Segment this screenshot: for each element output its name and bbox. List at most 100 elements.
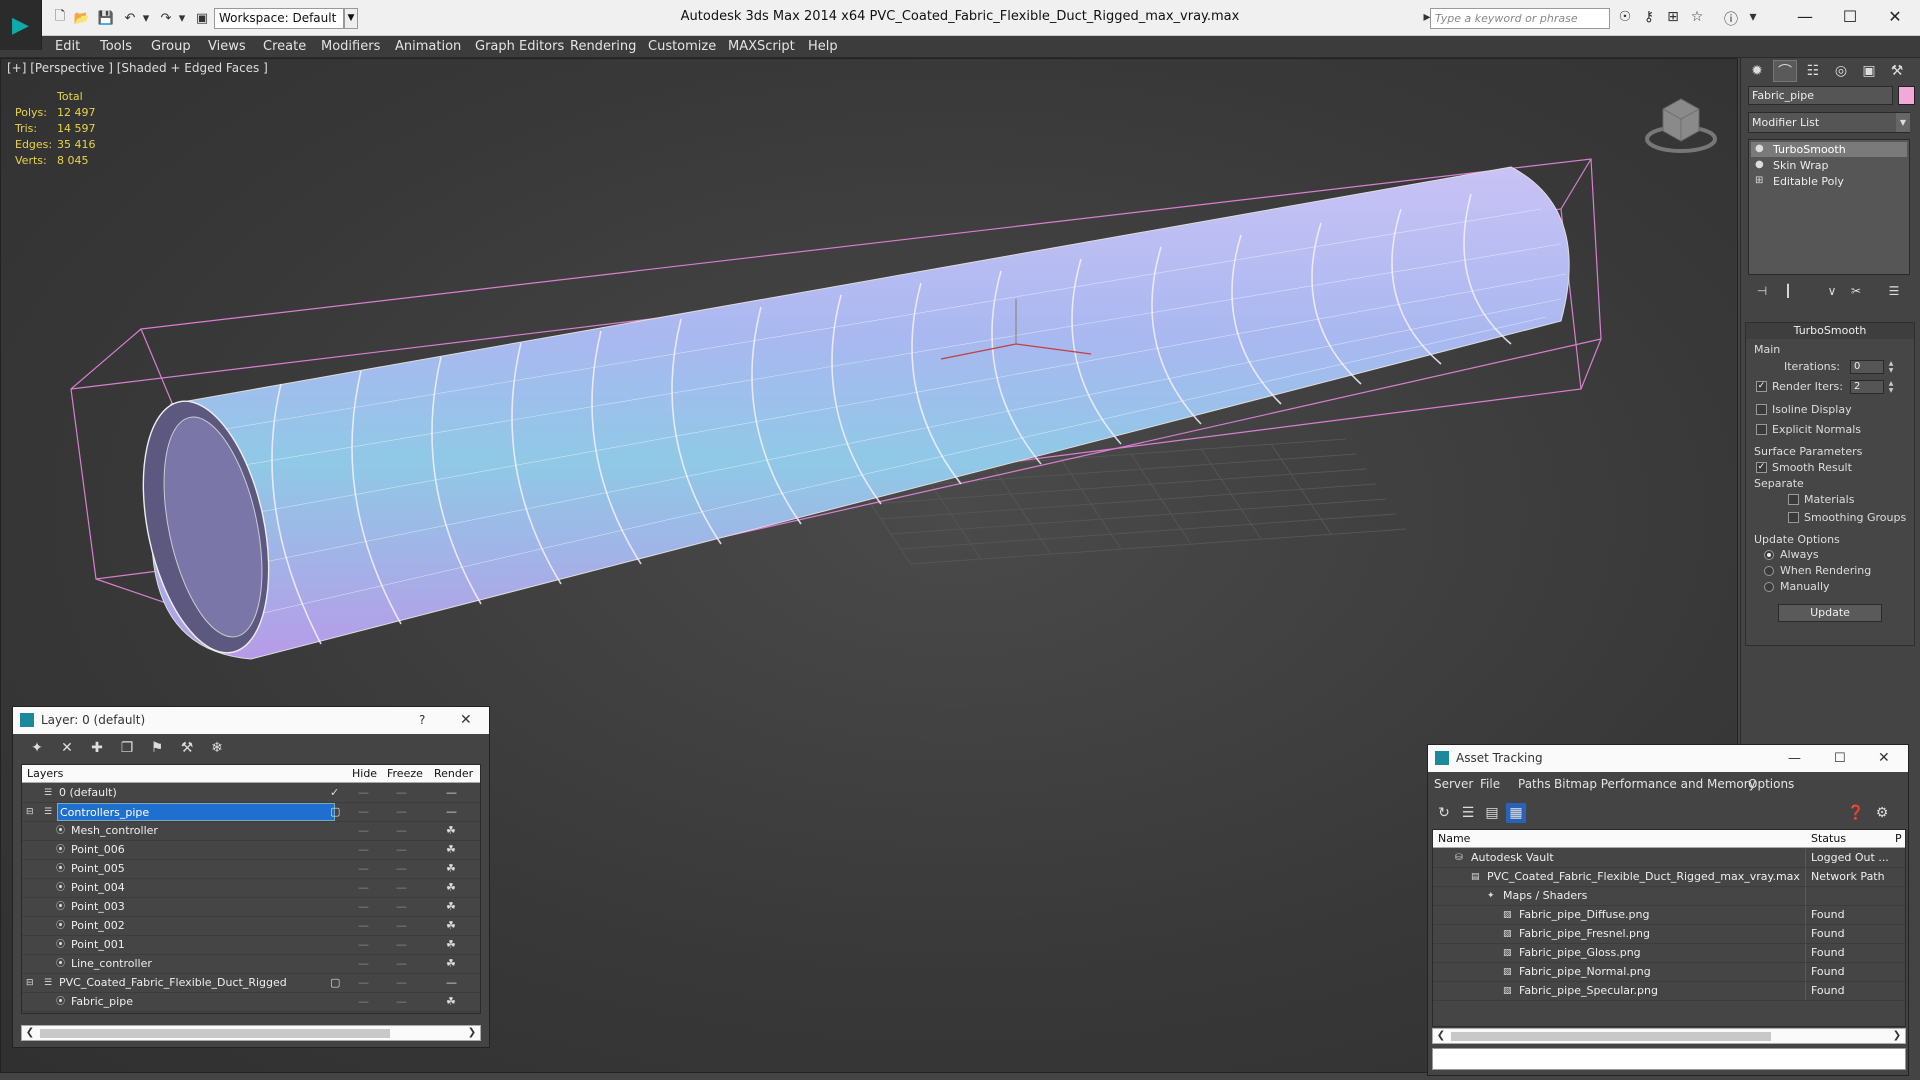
help-icon[interactable]: ❓ [1846,803,1866,823]
close-icon[interactable]: ✕ [1878,745,1890,772]
collapse-icon[interactable]: ⊟ [26,977,37,989]
spinner-arrows-icon[interactable]: ▲ ▼ [1886,360,1896,374]
toggle-cell[interactable]: — [396,879,407,897]
scrollbar-thumb[interactable] [40,1029,390,1038]
stack-item-turbosmooth[interactable]: TurboSmooth [1751,142,1907,157]
menu-graph-editors[interactable]: Graph Editors [475,39,564,54]
asset-row[interactable]: ▧ Fabric_pipe_Gloss.png Found [1433,944,1905,963]
smoothing-groups-checkbox[interactable] [1788,512,1799,523]
help-dropdown-icon[interactable]: ▾ [1742,9,1764,27]
display-tab-icon[interactable]: ▣ [1857,60,1881,82]
layer-name[interactable]: Point_002 [69,917,125,935]
minimize-button[interactable]: — [1788,745,1801,772]
layer-row[interactable]: ⦿ Fabric_pipe — — ☘ [22,993,480,1012]
render-iters-checkbox[interactable]: ✓ [1756,381,1767,392]
settings-icon[interactable]: ⚙ [1872,803,1892,823]
render-teapot-icon[interactable]: ☘ [446,917,456,935]
key-icon[interactable]: ⚷ [1638,9,1660,27]
render-teapot-icon[interactable]: ☘ [446,936,456,954]
asset-menu-options[interactable]: Options [1748,777,1794,791]
toggle-cell[interactable]: — [358,955,369,973]
column-header-freeze[interactable]: Freeze [387,767,423,780]
asset-menu-bitmap-performance[interactable]: Bitmap Performance and Memory [1554,777,1756,791]
toggle-cell[interactable]: — [396,841,407,859]
active-layer-check-icon[interactable]: ✓ [330,784,339,802]
app-logo-icon[interactable]: ▶ [0,0,42,50]
asset-menu-server[interactable]: Server [1434,777,1473,791]
set-current-layer-icon[interactable]: ▢ [330,803,340,821]
layer-row[interactable]: ⦿ Point_004 — — ☘ [22,879,480,898]
layer-name[interactable]: Fabric_pipe [69,993,133,1011]
toggle-cell[interactable]: — [396,860,407,878]
layer-row[interactable]: ⦿ Point_002 — — ☘ [22,917,480,936]
toggle-cell[interactable]: — [358,784,369,802]
toggle-cell[interactable]: — [358,860,369,878]
close-button[interactable]: ✕ [1875,2,1915,32]
asset-name[interactable]: Maps / Shaders [1501,887,1587,905]
minimize-button[interactable]: — [1785,2,1825,32]
maximize-button[interactable]: ☐ [1834,745,1846,772]
modify-tab-icon[interactable]: ⌒ [1773,60,1797,82]
stack-item-editable-poly[interactable]: Editable Poly [1751,174,1907,189]
asset-menu-paths[interactable]: Paths [1518,777,1551,791]
menu-tools[interactable]: Tools [100,39,132,54]
render-teapot-icon[interactable]: — [446,803,457,821]
explicit-normals-checkbox[interactable] [1756,424,1767,435]
column-header-layers[interactable]: Layers [27,767,63,780]
toggle-cell[interactable]: — [358,974,369,992]
toggle-cell[interactable]: — [358,841,369,859]
binoculars-icon[interactable]: ☉ [1614,9,1636,27]
menu-edit[interactable]: Edit [55,39,80,54]
layer-row[interactable]: ⦿ Point_001 — — ☘ [22,936,480,955]
hide-all-layers-icon[interactable]: ⚒ [177,738,197,758]
toggle-cell[interactable]: — [396,955,407,973]
column-header-path[interactable]: P [1895,832,1902,845]
asset-name[interactable]: PVC_Coated_Fabric_Flexible_Duct_Rigged_m… [1485,868,1800,886]
highlight-layer-icon[interactable]: ⚑ [147,738,167,758]
layer-name[interactable]: Point_005 [69,860,125,878]
stack-item-skin-wrap[interactable]: Skin Wrap [1751,158,1907,173]
menu-modifiers[interactable]: Modifiers [321,39,380,54]
favorites-star-icon[interactable]: ☆ [1686,9,1708,27]
help-icon[interactable]: ⓘ [1720,9,1742,28]
layer-name[interactable]: PVC_Coated_Fabric_Flexible_Duct_Rigged [57,974,287,992]
toggle-cell[interactable]: — [358,936,369,954]
hierarchy-tab-icon[interactable]: ☷ [1801,60,1825,82]
toggle-cell[interactable]: — [358,898,369,916]
table-view-icon[interactable]: ▦ [1506,803,1526,823]
asset-path-field[interactable] [1432,1048,1906,1070]
layer-name[interactable]: Point_001 [69,936,125,954]
asset-name[interactable]: Autodesk Vault [1469,849,1554,867]
menu-animation[interactable]: Animation [395,39,461,54]
layer-name[interactable]: Line_controller [69,955,152,973]
configure-modifier-sets-icon[interactable]: ☰ [1884,281,1904,301]
layer-name[interactable]: Point_004 [69,879,125,897]
layer-row[interactable]: ⦿ Line_controller — — ☘ [22,955,480,974]
smooth-result-checkbox[interactable]: ✓ [1756,462,1767,473]
menu-customize[interactable]: Customize [648,39,716,54]
scroll-right-icon[interactable]: ❯ [1890,1029,1904,1043]
isoline-display-checkbox[interactable] [1756,404,1767,415]
when-rendering-radio[interactable] [1764,566,1774,576]
asset-row[interactable]: ▧ Fabric_pipe_Fresnel.png Found [1433,925,1905,944]
maximize-button[interactable]: ☐ [1830,2,1870,32]
toggle-cell[interactable]: — [396,898,407,916]
layer-row[interactable]: ⦿ Point_005 — — ☘ [22,860,480,879]
toggle-cell[interactable]: — [396,974,407,992]
object-name-field[interactable]: Fabric_pipe [1748,86,1893,105]
column-header-name[interactable]: Name [1438,832,1470,845]
show-end-result-icon[interactable]: ┃ [1778,281,1798,301]
modifier-list-chevron-down-icon[interactable]: ▼ [1896,113,1910,132]
render-teapot-icon[interactable]: ☘ [446,955,456,973]
layer-row[interactable]: ☰ 0 (default) ✓ — — — [22,784,480,803]
asset-name[interactable]: Fabric_pipe_Diffuse.png [1517,906,1649,924]
menu-rendering[interactable]: Rendering [570,39,636,54]
pin-stack-icon[interactable]: ⊣ [1752,281,1772,301]
layer-horizontal-scrollbar[interactable]: ❮ ❯ [21,1025,481,1041]
render-teapot-icon[interactable]: — [446,784,457,802]
make-unique-icon[interactable]: ∨ [1822,281,1842,301]
layer-name[interactable]: Mesh_controller [69,822,158,840]
asset-name[interactable]: Fabric_pipe_Specular.png [1517,982,1658,1000]
motion-tab-icon[interactable]: ◎ [1829,60,1853,82]
refresh-icon[interactable]: ↻ [1434,803,1454,823]
